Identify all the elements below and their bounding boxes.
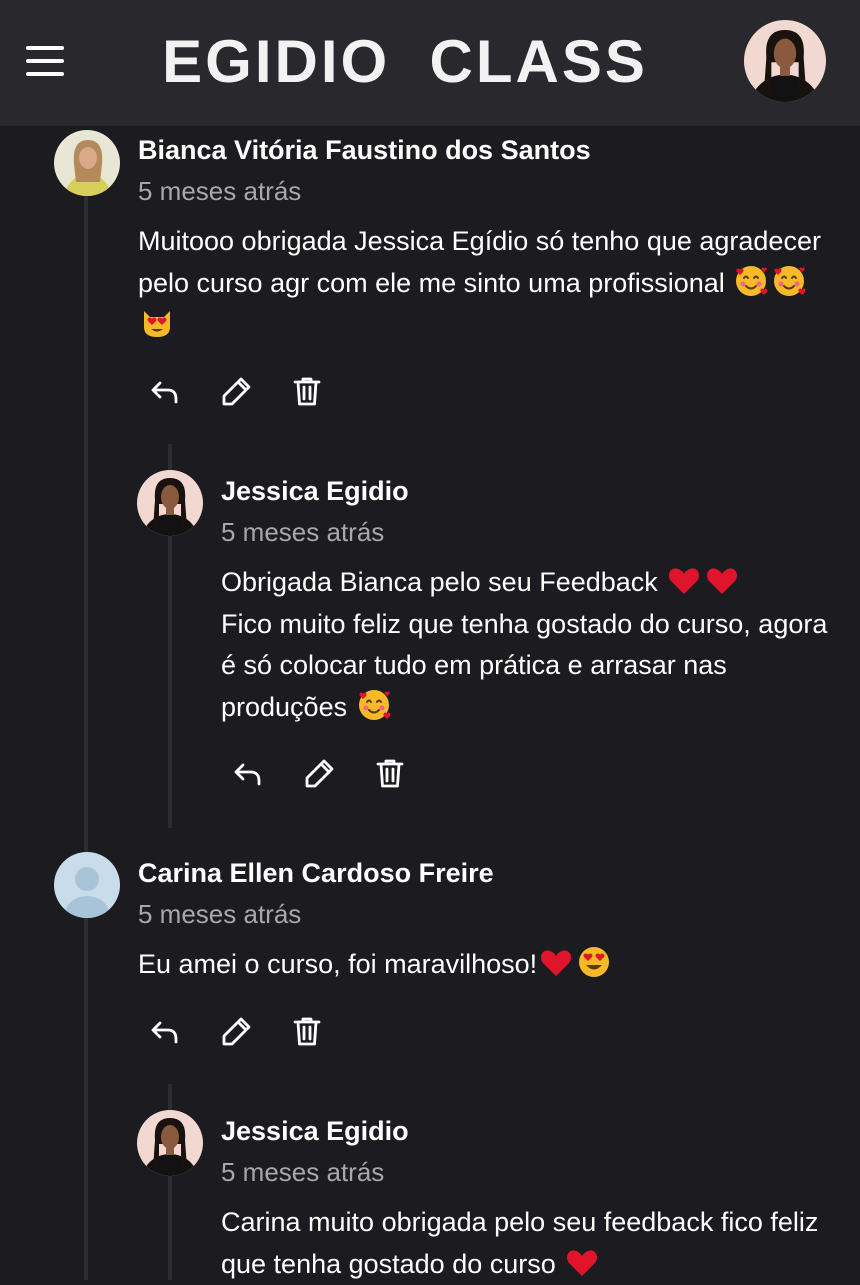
top-app-bar: EGIDIO CLASS [0,0,860,126]
comment-time: 5 meses atrás [221,517,385,547]
red-heart-icon [567,1249,598,1276]
comment-actions [148,1014,328,1054]
heart-eyes-cat-icon [144,311,170,337]
comment-text-content: Eu amei o curso, foi maravilhoso! [138,949,538,979]
comment-text-content: Muitooo obrigada Jessica Egídio só tenho… [138,226,821,298]
comment-text: Obrigada Bianca pelo seu Feedback Fico m… [221,562,831,728]
smiling-face-with-hearts-icon [735,264,769,297]
comment-actions [148,374,328,414]
avatar [137,1110,203,1176]
delete-icon[interactable] [290,1014,324,1048]
comment-time: 5 meses atrás [221,1157,385,1187]
brand-logo: EGIDIO CLASS [162,28,648,95]
smiling-face-with-hearts-icon [773,264,807,297]
reply-icon[interactable] [148,374,182,408]
comment-actions [231,756,411,796]
reply-icon[interactable] [148,1014,182,1048]
comment-time: 5 meses atrás [138,899,302,929]
comment-author: Jessica Egidio [221,476,409,506]
red-heart-icon [669,568,700,594]
avatar [54,852,120,918]
comment-text: Carina muito obrigada pelo seu feedback … [221,1202,821,1285]
comment-author: Jessica Egidio [221,1116,409,1146]
edit-icon[interactable] [220,1014,254,1048]
comment-text: Muitooo obrigada Jessica Egídio só tenho… [138,221,828,346]
red-heart-icon [541,950,572,976]
edit-icon[interactable] [220,374,254,408]
comment-text-line1: Obrigada Bianca pelo seu Feedback [221,567,658,597]
comment-text-content: Carina muito obrigada pelo seu feedback … [221,1207,819,1279]
smiling-face-with-hearts-icon [357,688,391,721]
red-heart-icon [707,568,738,594]
avatar [54,130,120,196]
hamburger-menu-icon[interactable] [26,44,66,78]
avatar [137,470,203,536]
delete-icon[interactable] [290,374,324,408]
comment-time: 5 meses atrás [138,176,302,206]
reply-icon[interactable] [231,756,265,790]
profile-avatar[interactable] [744,20,826,102]
comment-text: Eu amei o curso, foi maravilhoso! [138,944,828,986]
comment-author: Carina Ellen Cardoso Freire [138,858,494,888]
comment-author: Bianca Vitória Faustino dos Santos [138,135,591,165]
comment-text-line2: Fico muito feliz que tenha gostado do cu… [221,608,828,722]
heart-eyes-icon [579,947,610,977]
thread-line [84,196,88,1280]
edit-icon[interactable] [303,756,337,790]
delete-icon[interactable] [373,756,407,790]
